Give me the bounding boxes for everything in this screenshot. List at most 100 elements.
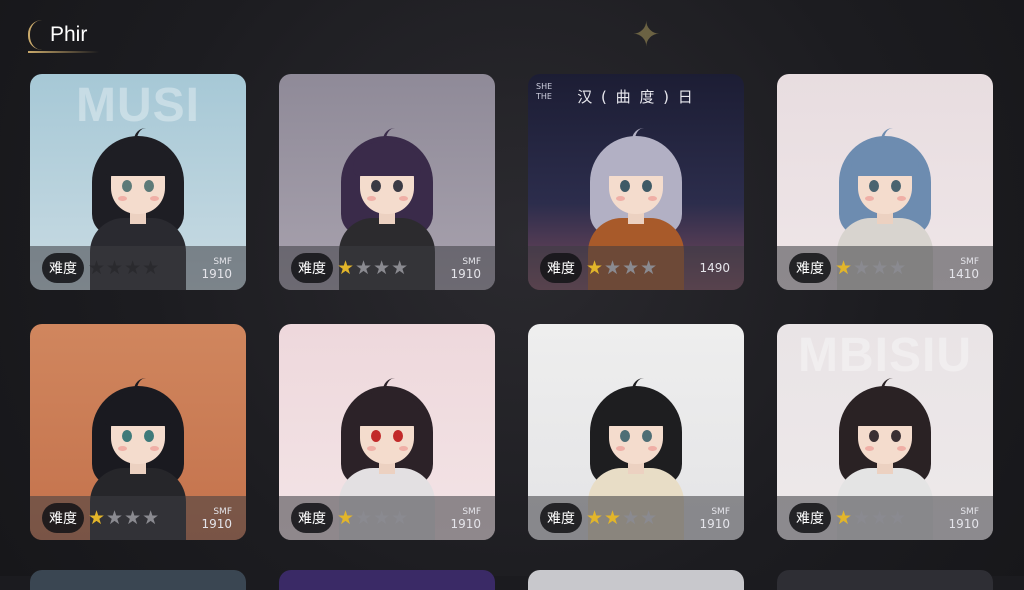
level-card[interactable]: 汉 ( 曲 度 ) 日 SHE THE 难度 ★ ★ ★ ★ 1490: [528, 74, 744, 290]
star-icon: ★: [604, 506, 622, 529]
card-meta: SMF 1910: [201, 256, 232, 280]
star-icon: ★: [355, 506, 373, 529]
card-meta-line2: 1910: [699, 517, 730, 531]
character-blush: [648, 446, 657, 451]
character-blush: [616, 446, 625, 451]
character-eye: [371, 180, 381, 192]
difficulty-rating: ★ ★ ★ ★: [835, 506, 907, 529]
star-icon: ★: [871, 256, 889, 279]
level-card[interactable]: MBISIU 难度 ★ ★ ★ ★ SMF 1910: [777, 324, 993, 540]
level-card[interactable]: 难度 ★ ★ ★ ★ SMF 1910: [279, 324, 495, 540]
star-icon: ★: [889, 506, 907, 529]
character-ahoge: [632, 378, 645, 396]
star-icon: ★: [88, 506, 106, 529]
card-info-bar: 难度 ★ ★ ★ ★ SMF 1910: [30, 496, 246, 540]
character-blush: [897, 196, 906, 201]
star-icon: ★: [142, 256, 160, 279]
character-ahoge: [383, 128, 396, 146]
difficulty-rating: ★ ★ ★ ★: [88, 506, 160, 529]
character-ahoge: [383, 378, 396, 396]
level-card-partial[interactable]: [279, 570, 495, 590]
level-card-partial[interactable]: [777, 570, 993, 590]
level-card-partial[interactable]: [30, 570, 246, 590]
star-icon: ★: [337, 256, 355, 279]
difficulty-rating: ★ ★ ★ ★: [835, 256, 907, 279]
star-icon: ★: [373, 506, 391, 529]
card-info-bar: 难度 ★ ★ ★ ★ SMF 1410: [777, 246, 993, 290]
difficulty-label: 难度: [42, 253, 84, 283]
character-eye: [620, 430, 630, 442]
difficulty-label: 难度: [540, 253, 582, 283]
difficulty-label: 难度: [789, 253, 831, 283]
difficulty-label: 难度: [291, 503, 333, 533]
star-icon: ★: [640, 506, 658, 529]
character-eye: [393, 430, 403, 442]
card-meta-line2: 1490: [699, 261, 730, 275]
character-blush: [865, 446, 874, 451]
difficulty-label: 难度: [291, 253, 333, 283]
star-icon: ★: [142, 506, 160, 529]
card-info-bar: 难度 ★ ★ ★ ★ SMF 1910: [30, 246, 246, 290]
level-card[interactable]: 难度 ★ ★ ★ ★ SMF 1910: [30, 324, 246, 540]
character-ahoge: [134, 128, 147, 146]
level-card-partial[interactable]: [528, 570, 744, 590]
difficulty-rating: ★ ★ ★ ★: [88, 256, 160, 279]
star-icon: ★: [622, 506, 640, 529]
card-meta: SMF 1410: [948, 256, 979, 280]
card-meta: SMF 1910: [450, 256, 481, 280]
star-icon: ★: [124, 506, 142, 529]
character-blush: [118, 196, 127, 201]
difficulty-rating: ★ ★ ★ ★: [586, 256, 658, 279]
character-eye: [642, 180, 652, 192]
character-eye: [393, 180, 403, 192]
character-blush: [118, 446, 127, 451]
header-bracket: [28, 20, 44, 50]
level-card[interactable]: 难度 ★ ★ ★ ★ SMF 1410: [777, 74, 993, 290]
star-icon: ★: [391, 506, 409, 529]
star-icon: ★: [871, 506, 889, 529]
character-blush: [367, 196, 376, 201]
card-meta-line2: 1910: [948, 517, 979, 531]
star-icon: ★: [586, 256, 604, 279]
character-eye: [642, 430, 652, 442]
difficulty-label: 难度: [540, 503, 582, 533]
star-icon: ★: [640, 256, 658, 279]
card-meta: SMF 1910: [450, 506, 481, 530]
star-icon: ★: [106, 506, 124, 529]
star-icon: ★: [106, 256, 124, 279]
character-blush: [367, 446, 376, 451]
difficulty-rating: ★ ★ ★ ★: [586, 506, 658, 529]
character-ahoge: [881, 128, 894, 146]
difficulty-rating: ★ ★ ★ ★: [337, 256, 409, 279]
card-corner-text: SHE THE: [536, 82, 553, 101]
star-icon: ★: [373, 256, 391, 279]
character-eye: [144, 180, 154, 192]
star-icon: ★: [622, 256, 640, 279]
card-info-bar: 难度 ★ ★ ★ ★ SMF 1910: [528, 496, 744, 540]
character-eye: [144, 430, 154, 442]
level-card[interactable]: MUSI 难度 ★ ★ ★ ★ SMF 1910: [30, 74, 246, 290]
character-eye: [371, 430, 381, 442]
character-eye: [122, 180, 132, 192]
page-title: Phir: [27, 23, 100, 53]
character-eye: [891, 430, 901, 442]
character-ahoge: [632, 128, 645, 146]
level-card[interactable]: 难度 ★ ★ ★ ★ SMF 1910: [279, 74, 495, 290]
star-icon: ★: [853, 256, 871, 279]
character-ahoge: [881, 378, 894, 396]
level-card[interactable]: 难度 ★ ★ ★ ★ SMF 1910: [528, 324, 744, 540]
star-icon: ★: [604, 256, 622, 279]
card-meta-line2: 1910: [450, 517, 481, 531]
card-meta: SMF 1910: [699, 506, 730, 530]
star-icon: ★: [835, 506, 853, 529]
star-icon: ★: [88, 256, 106, 279]
star-icon: ★: [853, 506, 871, 529]
star-icon: ★: [835, 256, 853, 279]
character-blush: [150, 446, 159, 451]
character-blush: [150, 196, 159, 201]
card-meta: SMF 1910: [201, 506, 232, 530]
character-blush: [865, 196, 874, 201]
card-info-bar: 难度 ★ ★ ★ ★ SMF 1910: [279, 246, 495, 290]
character-eye: [122, 430, 132, 442]
page-header: Phir: [27, 18, 100, 53]
